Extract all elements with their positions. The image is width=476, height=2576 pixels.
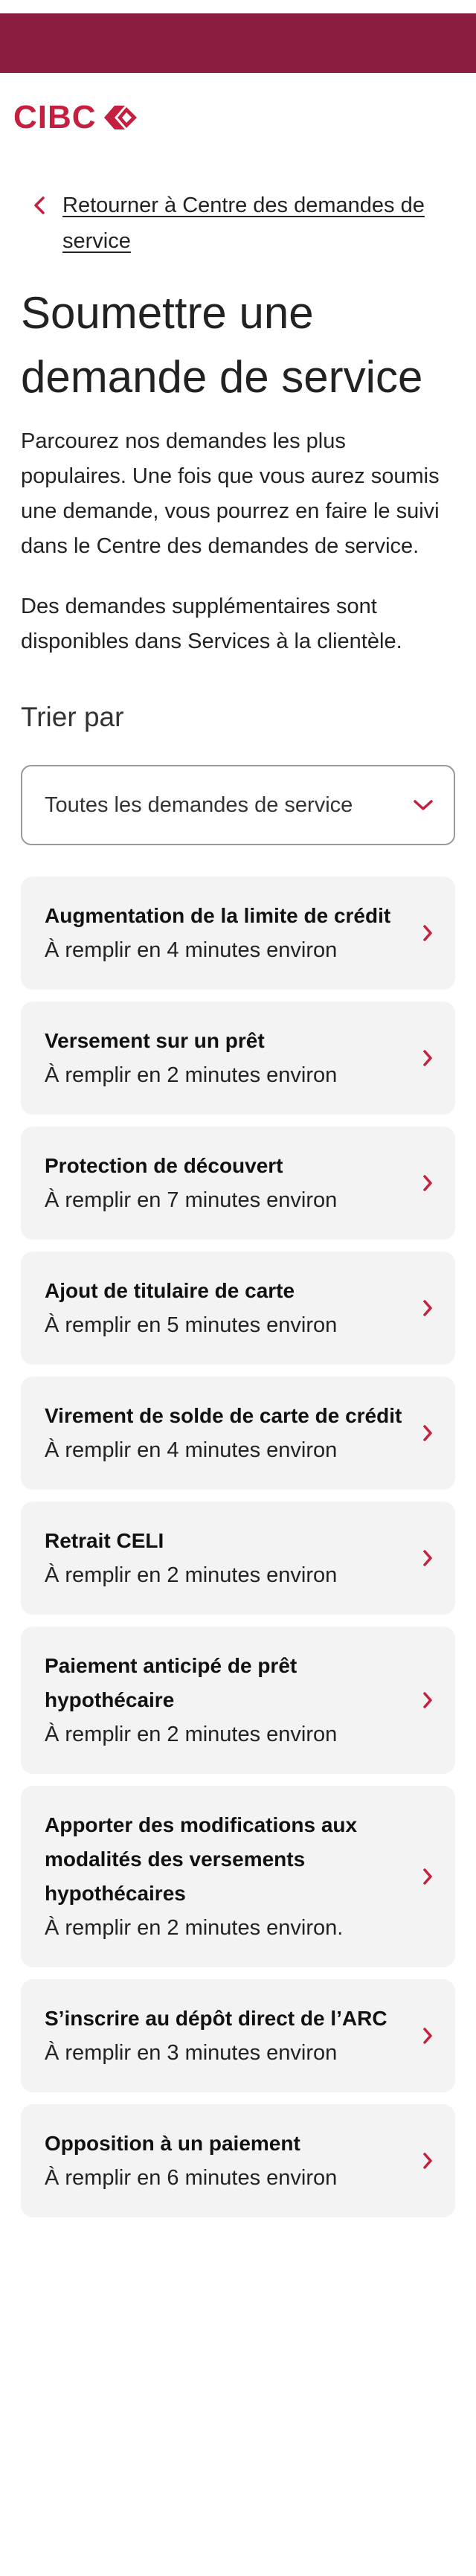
request-title: Opposition à un paiement: [45, 2132, 300, 2155]
request-time: À remplir en 4 minutes environ: [45, 1438, 338, 1462]
request-title: Paiement anticipé de prêt hypothécaire: [45, 1654, 298, 1711]
request-card-text: Protection de découvert À remplir en 7 m…: [45, 1149, 421, 1217]
chevron-right-icon: [423, 2153, 432, 2169]
chevron-right-icon: [423, 925, 432, 941]
chevron-right-icon: [423, 1550, 432, 1566]
chevron-right-icon: [423, 1300, 432, 1316]
request-time: À remplir en 4 minutes environ: [45, 938, 338, 962]
service-request-list: Augmentation de la limite de crédit À re…: [21, 877, 455, 2217]
cibc-logo[interactable]: CIBC: [13, 100, 476, 135]
request-card-text: Versement sur un prêt À remplir en 2 min…: [45, 1024, 421, 1092]
request-time: À remplir en 2 minutes environ.: [45, 1916, 344, 1940]
intro-paragraph-1: Parcourez nos demandes les plus populair…: [21, 429, 440, 558]
request-title: Augmentation de la limite de crédit: [45, 904, 391, 927]
request-card-stop-payment[interactable]: Opposition à un paiement À remplir en 6 …: [21, 2104, 455, 2217]
request-time: À remplir en 7 minutes environ: [45, 1188, 338, 1212]
request-card-text: S’inscrire au dépôt direct de l’ARC À re…: [45, 2002, 421, 2070]
intro-paragraph-2: Des demandes supplémentaires sont dispon…: [21, 595, 402, 653]
chevron-down-icon: [414, 800, 433, 810]
request-time: À remplir en 6 minutes environ: [45, 2166, 338, 2190]
request-card-text: Ajout de titulaire de carte À remplir en…: [45, 1274, 421, 1342]
sort-selected-value: Toutes les demandes de service: [45, 792, 353, 817]
request-title: Virement de solde de carte de crédit: [45, 1404, 402, 1427]
page-title: Soumettre une demande de service: [21, 288, 423, 402]
request-title: S’inscrire au dépôt direct de l’ARC: [45, 2007, 387, 2030]
logo-text: CIBC: [13, 99, 97, 135]
request-title: Apporter des modifications aux modalités…: [45, 1813, 358, 1905]
request-time: À remplir en 2 minutes environ: [45, 1723, 338, 1746]
cibc-diamond-icon: [103, 106, 137, 129]
chevron-right-icon: [423, 2028, 432, 2044]
request-card-credit-limit-increase[interactable]: Augmentation de la limite de crédit À re…: [21, 877, 455, 990]
sort-select[interactable]: Toutes les demandes de service: [21, 765, 455, 845]
chevron-right-icon: [423, 1868, 432, 1885]
top-brand-bar: [0, 13, 476, 73]
back-to-service-centre-link[interactable]: Retourner à Centre des demandes de servi…: [30, 188, 455, 259]
request-card-mortgage-payment-changes[interactable]: Apporter des modifications aux modalités…: [21, 1786, 455, 1967]
request-time: À remplir en 3 minutes environ: [45, 2041, 338, 2065]
chevron-right-icon: [423, 1692, 432, 1708]
request-card-cra-direct-deposit[interactable]: S’inscrire au dépôt direct de l’ARC À re…: [21, 1979, 455, 2092]
request-card-text: Virement de solde de carte de crédit À r…: [45, 1399, 421, 1467]
request-card-text: Retrait CELI À remplir en 2 minutes envi…: [45, 1524, 421, 1592]
request-card-text: Augmentation de la limite de crédit À re…: [45, 899, 421, 967]
sort-label: Trier par: [21, 702, 124, 732]
request-card-text: Apporter des modifications aux modalités…: [45, 1808, 421, 1945]
request-title: Protection de découvert: [45, 1154, 283, 1177]
chevron-left-icon: [34, 196, 45, 214]
request-card-text: Paiement anticipé de prêt hypothécaire À…: [45, 1649, 421, 1752]
chevron-right-icon: [423, 1425, 432, 1441]
request-card-balance-transfer[interactable]: Virement de solde de carte de crédit À r…: [21, 1377, 455, 1490]
request-card-loan-payment[interactable]: Versement sur un prêt À remplir en 2 min…: [21, 1002, 455, 1115]
request-card-add-cardholder[interactable]: Ajout de titulaire de carte À remplir en…: [21, 1252, 455, 1365]
chevron-right-icon: [423, 1050, 432, 1066]
request-title: Retrait CELI: [45, 1529, 164, 1552]
intro-text: Parcourez nos demandes les plus populair…: [21, 424, 455, 659]
request-title: Ajout de titulaire de carte: [45, 1279, 295, 1302]
request-time: À remplir en 2 minutes environ: [45, 1063, 338, 1087]
request-time: À remplir en 5 minutes environ: [45, 1313, 338, 1337]
request-card-tfsa-withdrawal[interactable]: Retrait CELI À remplir en 2 minutes envi…: [21, 1502, 455, 1615]
chevron-right-icon: [423, 1175, 432, 1191]
request-title: Versement sur un prêt: [45, 1029, 265, 1052]
request-time: À remplir en 2 minutes environ: [45, 1563, 338, 1587]
request-card-overdraft-protection[interactable]: Protection de découvert À remplir en 7 m…: [21, 1127, 455, 1240]
request-card-mortgage-prepayment[interactable]: Paiement anticipé de prêt hypothécaire À…: [21, 1627, 455, 1774]
request-card-text: Opposition à un paiement À remplir en 6 …: [45, 2127, 421, 2195]
back-link-label[interactable]: Retourner à Centre des demandes de servi…: [62, 188, 455, 259]
